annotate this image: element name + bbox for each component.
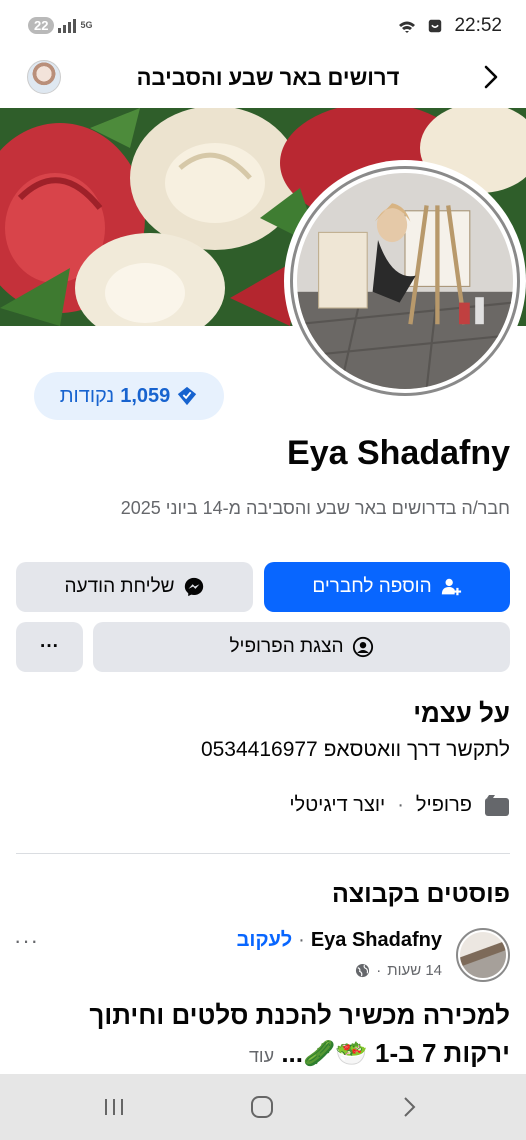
network-type-label: 5G	[80, 20, 93, 30]
profile-label: פרופיל	[415, 794, 472, 816]
more-options-label: ···	[40, 636, 59, 657]
section-divider	[16, 853, 510, 854]
more-options-button[interactable]: ···	[16, 622, 83, 672]
clock: 22:52	[454, 15, 502, 36]
system-navigation-bar	[0, 1074, 526, 1140]
separator-dot: ·	[376, 962, 382, 979]
user-avatar[interactable]	[27, 60, 61, 94]
profile-name: Eya Shadafny	[287, 434, 510, 472]
messenger-icon	[184, 577, 203, 597]
profile-type-row: פרופיל · יוצר דיגיטלי	[289, 794, 510, 817]
points-value: 1,059	[120, 384, 171, 407]
about-contact-text: לתקשר דרך וואטסאפ 0534416977	[200, 738, 510, 761]
send-message-button[interactable]: שליחת הודעה	[16, 562, 253, 612]
wifi-icon	[399, 21, 416, 33]
separator-dot: ·	[397, 794, 404, 816]
notification-count-badge: 22	[28, 17, 55, 34]
post-time[interactable]: 14 שעות	[387, 962, 442, 979]
post-author-avatar[interactable]	[456, 928, 510, 982]
profile-photo-ring	[290, 166, 520, 396]
recents-icon[interactable]	[99, 1092, 129, 1122]
post-body[interactable]: למכירה מכשיר להכנת סלטים וחיתוך ירקות 7 …	[16, 996, 510, 1075]
send-message-label: שליחת הודעה	[64, 576, 175, 597]
post-meta: 14 שעות ·	[355, 962, 442, 979]
view-profile-button[interactable]: הצגת הפרופיל	[93, 622, 510, 672]
about-section-title: על עצמי	[413, 698, 510, 728]
app-notification-icon	[429, 19, 442, 33]
points-badge[interactable]: 1,059 נקודות	[34, 372, 224, 420]
globe-icon	[356, 963, 370, 978]
profile-photo[interactable]	[284, 160, 526, 402]
top-navigation-bar: דרושים באר שבע והסביבה	[0, 52, 526, 108]
profile-category: יוצר דיגיטלי	[289, 794, 386, 816]
post-options-button[interactable]: ···	[14, 928, 39, 954]
status-left: 22 5G	[28, 17, 92, 34]
profile-photo-image	[297, 173, 513, 389]
chevron-right-icon[interactable]	[476, 62, 506, 92]
points-label: נקודות	[59, 384, 115, 407]
add-friend-label: הוספה לחברים	[312, 576, 432, 597]
separator-dot: ·	[298, 929, 305, 951]
signal-strength-icon	[58, 18, 77, 33]
status-right: 22:52	[398, 15, 502, 37]
posts-section-title: פוסטים בקבוצה	[331, 880, 510, 908]
view-profile-label: הצגת הפרופיל	[229, 636, 344, 657]
post-header: Eya Shadafny · לעקוב	[237, 929, 442, 952]
member-since-text: חבר/ה בדרושים באר שבע והסביבה מ-14 ביוני…	[120, 498, 510, 518]
see-more-link[interactable]: עוד	[249, 1046, 274, 1066]
person-add-icon	[441, 578, 461, 596]
post-text: למכירה מכשיר להכנת סלטים וחיתוך ירקות 7 …	[89, 1000, 510, 1068]
add-friend-button[interactable]: הוספה לחברים	[264, 562, 510, 612]
post-author-name[interactable]: Eya Shadafny	[311, 929, 442, 952]
follow-link[interactable]: לעקוב	[237, 929, 293, 952]
page-flag-icon	[485, 794, 509, 816]
home-icon[interactable]	[247, 1092, 277, 1122]
diamond-badge-icon	[178, 386, 197, 406]
back-icon[interactable]	[394, 1092, 424, 1122]
status-bar: 22 5G 22:52	[0, 0, 526, 52]
group-title: דרושים באר שבע והסביבה	[136, 65, 400, 90]
person-circle-icon	[352, 636, 373, 658]
